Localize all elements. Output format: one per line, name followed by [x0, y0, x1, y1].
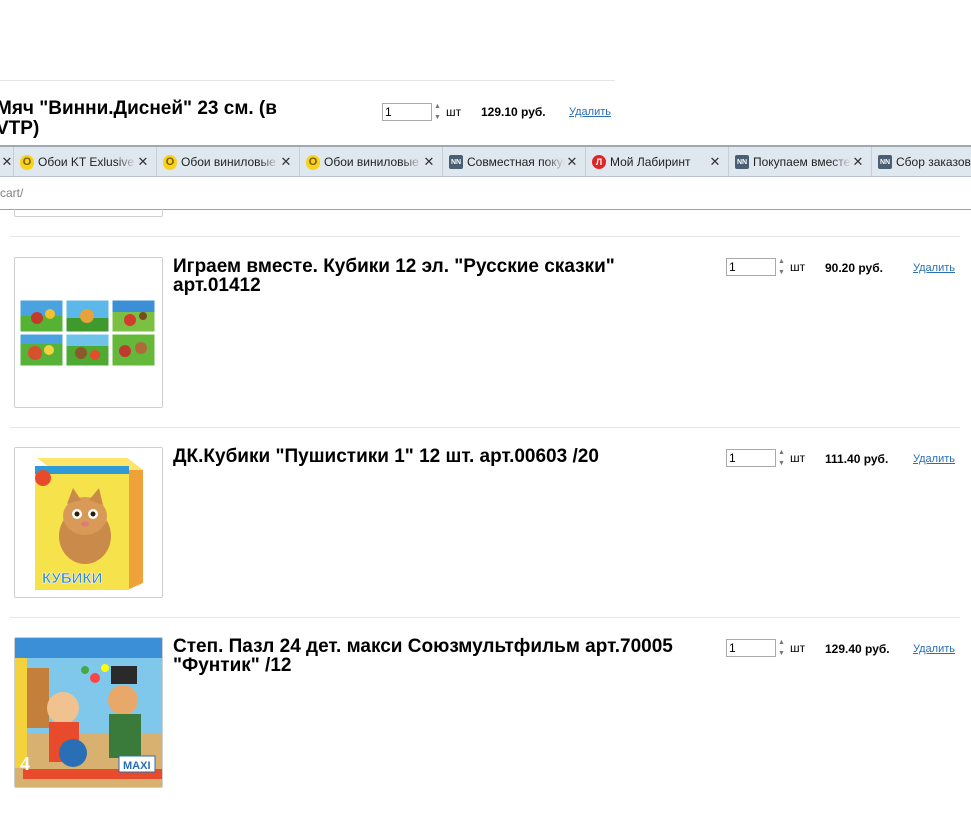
product-title[interactable]: ДК.Кубики "Пушистики 1" 12 шт. арт.00603…	[173, 447, 693, 466]
tab-oboi-kt-exlusive[interactable]: O Обои KT Exlusive ✕	[14, 147, 157, 176]
top-item-title: Мяч "Винни.Дисней" 23 см. (в VTP)	[0, 98, 277, 139]
tab-label: Сбор заказов	[896, 155, 971, 169]
price: 111.40 руб.	[825, 452, 889, 466]
spin-down-icon[interactable]: ▼	[778, 268, 787, 277]
tab-label: Покупаем вместе	[753, 155, 851, 169]
tab-label: Обои виниловые	[181, 155, 276, 169]
piece-count: 4	[20, 753, 30, 775]
price: 129.40 руб.	[825, 642, 890, 656]
cart-item: 4 MAXI Степ. Пазл 24 дет. макси Союзмуль…	[0, 637, 971, 827]
product-image[interactable]: 4 MAXI	[14, 637, 163, 788]
yellow-o-icon: O	[306, 154, 320, 170]
price: 90.20 руб.	[825, 261, 883, 275]
divider	[10, 617, 960, 618]
tab-label: Совместная покупка	[467, 155, 565, 169]
unit-label: шт	[790, 451, 806, 465]
close-icon[interactable]: ✕	[708, 154, 722, 170]
quantity-input[interactable]	[726, 258, 776, 276]
tab-label: Мой Лабиринт	[610, 155, 691, 169]
quantity-stepper[interactable]: ▲▼ шт	[726, 638, 805, 658]
tab-label: Обои KT Exlusive	[38, 155, 135, 169]
spin-down-icon[interactable]: ▼	[434, 113, 443, 122]
yellow-o-icon: O	[20, 154, 34, 170]
close-icon[interactable]: ✕	[0, 154, 14, 170]
quantity-input[interactable]	[726, 449, 776, 467]
tab-moy-labirint[interactable]: Л Мой Лабиринт ✕	[586, 147, 729, 176]
divider	[10, 236, 960, 237]
funtik-puzzle-image: 4 MAXI	[15, 638, 162, 787]
divider	[0, 80, 615, 81]
remove-link[interactable]: Удалить	[913, 643, 955, 655]
spin-up-icon[interactable]: ▲	[434, 102, 443, 111]
cart-item: КУБИКИ ДК.Кубики "Пушистики 1" 12 шт. ар…	[0, 447, 971, 637]
cart-item: Играем вместе. Кубики 12 эл. "Русские ск…	[0, 257, 971, 447]
unit-label: шт	[790, 260, 806, 274]
tab-oboi-vinilovye-2[interactable]: O Обои виниловые ✕	[300, 147, 443, 176]
russian-tales-cubes-image	[15, 258, 162, 407]
yellow-o-icon: O	[163, 154, 177, 170]
spin-buttons[interactable]: ▲ ▼	[778, 448, 787, 468]
spin-up-icon[interactable]: ▲	[778, 257, 787, 266]
product-image-cut	[14, 209, 163, 217]
kitten-cubes-box-image: КУБИКИ	[15, 448, 162, 597]
spin-up-icon[interactable]: ▲	[778, 448, 787, 457]
overlay-cart-fragment: Мяч "Винни.Дисней" 23 см. (в VTP) ▲▼ шт …	[0, 0, 615, 146]
unit-label: шт	[446, 105, 462, 119]
spin-buttons[interactable]: ▲ ▼	[778, 257, 787, 277]
spin-down-icon[interactable]: ▼	[778, 459, 787, 468]
tab-sbor-zakazov[interactable]: NN Сбор заказов	[872, 147, 971, 176]
url-text[interactable]: cart/	[0, 186, 23, 200]
close-icon[interactable]: ✕	[422, 154, 436, 170]
quantity-input[interactable]	[726, 639, 776, 657]
address-bar[interactable]: cart/	[0, 177, 971, 210]
tab-partial[interactable]: ✕	[0, 147, 14, 176]
product-image[interactable]: КУБИКИ	[14, 447, 163, 598]
tab-pokupaem-vmeste[interactable]: NN Покупаем вместе ✕	[729, 147, 872, 176]
nn-icon: NN	[735, 155, 749, 169]
unit-label: шт	[790, 641, 806, 655]
close-icon[interactable]: ✕	[279, 154, 293, 170]
divider	[10, 427, 960, 428]
spin-up-icon[interactable]: ▲	[778, 638, 787, 647]
close-icon[interactable]: ✕	[851, 154, 865, 170]
top-item-quantity-stepper[interactable]: ▲▼ шт	[382, 102, 461, 122]
spin-buttons[interactable]: ▲ ▼	[434, 102, 443, 122]
close-icon[interactable]: ✕	[565, 154, 579, 170]
quantity-stepper[interactable]: ▲▼ шт	[726, 257, 805, 277]
spin-buttons[interactable]: ▲ ▼	[778, 638, 787, 658]
labirint-icon: Л	[592, 155, 606, 169]
nn-icon: NN	[878, 155, 892, 169]
maxi-badge: MAXI	[123, 760, 151, 772]
quantity-input[interactable]	[382, 103, 432, 121]
tab-sovmestnaya-pokupka[interactable]: NN Совместная покупка ✕	[443, 147, 586, 176]
remove-link[interactable]: Удалить	[913, 262, 955, 274]
browser-tab-strip: ✕ O Обои KT Exlusive ✕ O Обои виниловые …	[0, 145, 971, 177]
close-icon[interactable]: ✕	[136, 154, 150, 170]
quantity-stepper[interactable]: ▲▼ шт	[726, 448, 805, 468]
product-image[interactable]	[14, 257, 163, 408]
product-title[interactable]: Играем вместе. Кубики 12 эл. "Русские ск…	[173, 257, 693, 295]
nn-icon: NN	[449, 155, 463, 169]
tab-label: Обои виниловые	[324, 155, 419, 169]
remove-link[interactable]: Удалить	[569, 106, 611, 118]
tab-oboi-vinilovye-1[interactable]: O Обои виниловые ✕	[157, 147, 300, 176]
remove-link[interactable]: Удалить	[913, 453, 955, 465]
box-caption: КУБИКИ	[42, 570, 102, 587]
product-title[interactable]: Степ. Пазл 24 дет. макси Союзмультфильм …	[173, 637, 693, 675]
spin-down-icon[interactable]: ▼	[778, 649, 787, 658]
price: 129.10 руб.	[481, 105, 546, 119]
